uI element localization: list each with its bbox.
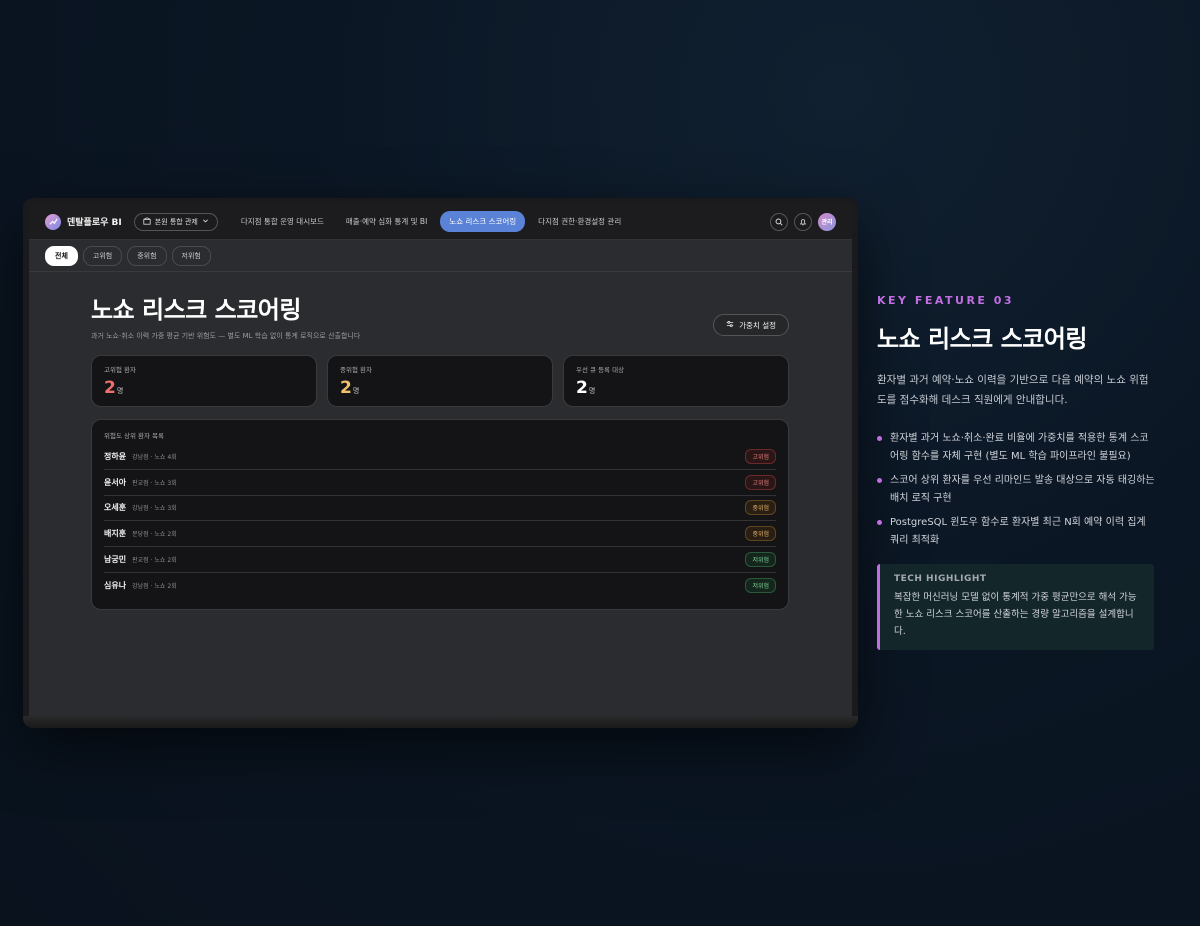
table-row[interactable]: 남궁민 판교점 · 노쇼 2회 저위험 — [104, 547, 776, 573]
tab-permission-settings[interactable]: 다지점 권한·환경설정 관리 — [529, 211, 630, 232]
feature-bullet: 환자별 과거 노쇼·취소·완료 비율에 가중치를 적용한 통계 스코어링 함수를… — [877, 430, 1157, 466]
page-subtitle: 과거 노쇼·취소 이력 가중 평균 기반 위험도 — 별도 ML 학습 없이 통… — [91, 332, 361, 340]
feature-kicker: KEY FEATURE 03 — [877, 294, 1015, 307]
stat-card-high-risk: 고위험 환자 2 명 — [91, 355, 317, 407]
avatar[interactable]: 관리 — [818, 212, 836, 231]
building-icon — [143, 216, 151, 227]
stat-label: 중위험 환자 — [340, 366, 372, 374]
patient-meta: 강남점 · 노쇼 4회 — [132, 453, 177, 461]
patient-name: 심유나 — [104, 581, 127, 591]
stat-card-priority-queue: 우선 큐 등록 대상 2 명 — [563, 355, 789, 407]
patient-name: 오세훈 — [104, 503, 127, 513]
feature-description: 환자별 과거 예약·노쇼 이력을 기반으로 다음 예약의 노쇼 위험도를 점수화… — [877, 374, 1149, 406]
patient-name: 윤서아 — [104, 477, 127, 487]
patient-name: 남궁민 — [104, 555, 127, 565]
risk-filter-bar: 전체 고위험 중위험 저위험 — [29, 240, 852, 272]
search-button[interactable] — [770, 212, 788, 231]
feature-title: 노쇼 리스크 스코어링 — [877, 325, 1087, 353]
feature-bullets: 환자별 과거 노쇼·취소·완료 비율에 가중치를 적용한 통계 스코어링 함수를… — [877, 430, 1157, 550]
bell-icon — [799, 218, 807, 225]
table-row[interactable]: 윤서아 판교점 · 노쇼 3회 고위험 — [104, 470, 776, 496]
filter-mid[interactable]: 중위험 — [127, 245, 167, 266]
patient-meta: 판교점 · 노쇼 3회 — [132, 479, 177, 487]
tab-multi-branch-dashboard[interactable]: 다지점 통합 운영 대시보드 — [232, 211, 333, 232]
stat-cards: 고위험 환자 2 명 중위험 환자 2 명 우선 큐 등록 대상 2 명 — [91, 355, 789, 407]
sliders-icon — [726, 320, 734, 330]
weight-settings-label: 가중치 설정 — [739, 320, 776, 330]
feature-bullet: 스코어 상위 환자를 우선 리마인드 발송 대상으로 자동 태깅하는 배치 로직… — [877, 472, 1157, 508]
patient-list-card: 위험도 상위 환자 목록 정하윤 강남점 · 노쇼 4회 고위험 윤서아 판교점 · 노… — [91, 419, 789, 610]
feature-bullet: PostgreSQL 윈도우 함수로 환자별 최근 N회 예약 이력 집계 쿼리… — [877, 514, 1157, 550]
brand-name: 덴탈플로우 BI — [67, 218, 122, 228]
risk-badge: 저위험 — [745, 578, 776, 594]
patient-meta: 강남점 · 노쇼 2회 — [132, 583, 177, 591]
patient-meta: 분당점 · 노쇼 2회 — [132, 531, 177, 539]
stat-unit: 명 — [116, 387, 124, 395]
stat-unit: 명 — [588, 387, 596, 395]
tab-noshow-risk[interactable]: 노쇼 리스크 스코어링 — [440, 211, 526, 232]
risk-badge: 고위험 — [745, 448, 776, 464]
risk-badge: 고위험 — [745, 474, 776, 490]
feature-panel: KEY FEATURE 03 노쇼 리스크 스코어링 환자별 과거 예약·노쇼 … — [877, 294, 1157, 650]
notification-button[interactable] — [794, 212, 812, 231]
risk-badge: 중위험 — [745, 500, 776, 516]
branch-select[interactable]: 본원 통합 관제 — [133, 212, 218, 231]
table-row[interactable]: 배지훈 분당점 · 노쇼 2회 중위험 — [104, 521, 776, 548]
branch-select-label: 본원 통합 관제 — [154, 217, 198, 226]
laptop-frame: 덴탈플로우 BI 본원 통합 관제 다지점 통합 운영 대시보드 매출·예약 심… — [23, 198, 858, 728]
tab-sales-bi[interactable]: 매출·예약 심화 통계 및 BI — [337, 211, 436, 232]
tech-highlight: TECH HIGHLIGHT 복잡한 머신러닝 모델 없이 통계적 가중 평균만… — [877, 564, 1154, 650]
laptop-base — [23, 716, 858, 728]
stat-value: 2 — [104, 378, 116, 398]
risk-badge: 저위험 — [745, 552, 776, 568]
risk-badge: 중위험 — [745, 526, 776, 542]
stat-label: 고위험 환자 — [104, 366, 136, 374]
nav-tabs: 다지점 통합 운영 대시보드 매출·예약 심화 통계 및 BI 노쇼 리스크 스… — [232, 211, 630, 232]
table-row[interactable]: 심유나 강남점 · 노쇼 2회 저위험 — [104, 573, 776, 599]
stat-value: 2 — [576, 378, 588, 398]
patient-meta: 판교점 · 노쇼 2회 — [132, 557, 177, 565]
patient-meta: 강남점 · 노쇼 3회 — [132, 505, 177, 513]
patient-name: 정하윤 — [104, 451, 127, 461]
patient-name: 배지훈 — [104, 529, 127, 539]
filter-low[interactable]: 저위험 — [171, 245, 211, 266]
main-content: 노쇼 리스크 스코어링 과거 노쇼·취소 이력 가중 평균 기반 위험도 — 별… — [91, 290, 789, 610]
filter-high[interactable]: 고위험 — [82, 245, 123, 266]
stat-unit: 명 — [352, 387, 360, 395]
nav-actions: 관리 — [770, 212, 836, 231]
brand[interactable]: 덴탈플로우 BI — [45, 213, 122, 230]
list-title: 위험도 상위 환자 목록 — [104, 432, 165, 440]
table-row[interactable]: 오세훈 강남점 · 노쇼 3회 중위험 — [104, 496, 776, 522]
top-navigation: 덴탈플로우 BI 본원 통합 관제 다지점 통합 운영 대시보드 매출·예약 심… — [29, 204, 852, 240]
stat-card-mid-risk: 중위험 환자 2 명 — [327, 355, 553, 407]
stat-label: 우선 큐 등록 대상 — [576, 366, 625, 374]
page-title: 노쇼 리스크 스코어링 — [91, 296, 301, 324]
tech-highlight-label: TECH HIGHLIGHT — [894, 574, 987, 584]
stat-value: 2 — [340, 378, 352, 398]
search-icon — [775, 218, 783, 226]
weight-settings-button[interactable]: 가중치 설정 — [713, 314, 789, 336]
chart-logo-icon — [45, 213, 61, 230]
app-screen: 덴탈플로우 BI 본원 통합 관제 다지점 통합 운영 대시보드 매출·예약 심… — [29, 204, 852, 716]
chevron-down-icon — [202, 217, 209, 226]
tech-highlight-text: 복잡한 머신러닝 모델 없이 통계적 가중 평균만으로 해석 가능한 노쇼 리스… — [894, 592, 1137, 637]
filter-all[interactable]: 전체 — [45, 245, 78, 266]
table-row[interactable]: 정하윤 강남점 · 노쇼 4회 고위험 — [104, 444, 776, 470]
patient-list: 정하윤 강남점 · 노쇼 4회 고위험 윤서아 판교점 · 노쇼 3회 고위험 오세훈 강남점… — [104, 444, 776, 599]
